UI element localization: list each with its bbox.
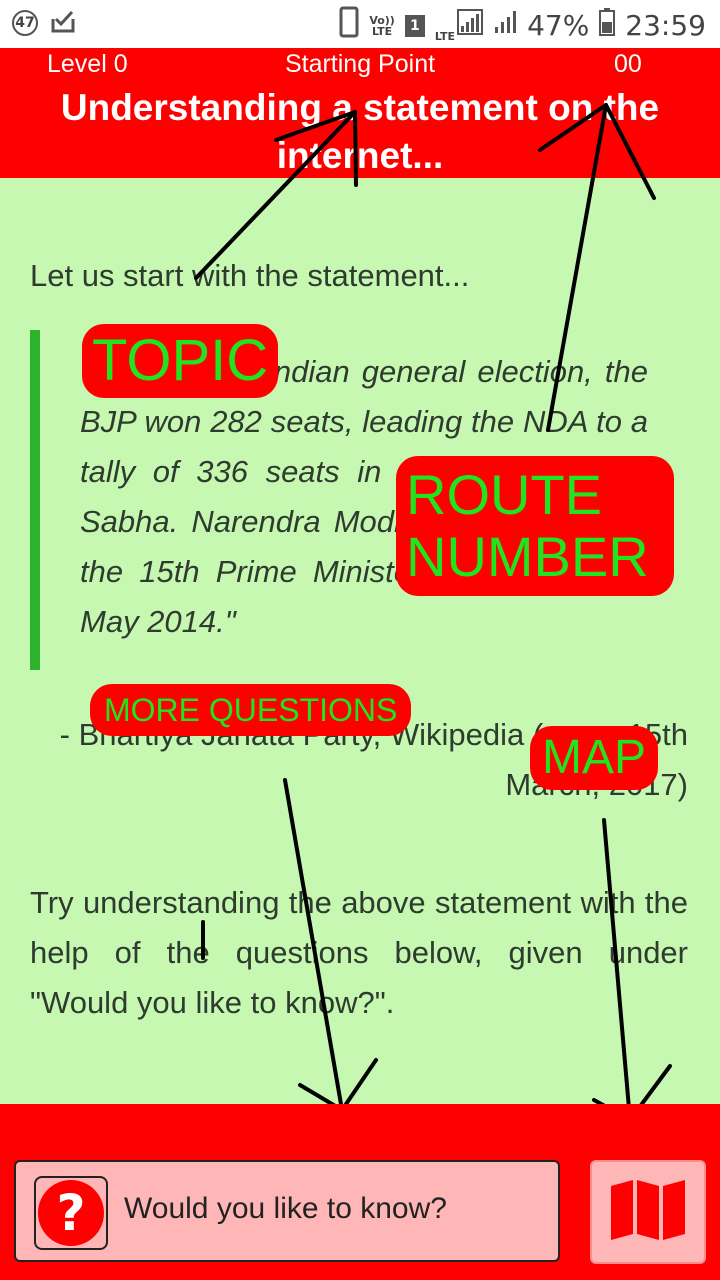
signal-strength-icon [457, 9, 484, 42]
inbox-check-icon [50, 9, 76, 37]
status-bar: 47 Vo)) LTE 1 LTE 47% 23:59 [0, 0, 720, 48]
map-callout: MAP [536, 732, 653, 784]
questions-arrow-head [298, 1058, 378, 1112]
route-number: 00 [614, 50, 642, 78]
phone-icon [339, 6, 359, 45]
quote-accent-bar [30, 330, 40, 670]
would-you-like-to-know-button[interactable]: ? Would you like to know? [14, 1160, 560, 1262]
would-you-like-to-know-label: Would you like to know? [124, 1192, 447, 1225]
signal-strength-icon-2 [493, 9, 517, 42]
instruction-text: Try understanding the above statement wi… [30, 885, 688, 1020]
route-name: Starting Point [284, 50, 436, 78]
clock: 23:59 [625, 9, 706, 42]
intro-text: Let us start with the statement... [30, 258, 470, 293]
topic-callout: TOPIC [88, 330, 273, 392]
header-bar: Level 0 Starting Point 00 Understanding … [0, 48, 720, 178]
sim-indicator: 1 [404, 14, 425, 37]
more-questions-callout: MORE QUESTIONS [96, 690, 406, 730]
route-number-callout: ROUTE NUMBER [402, 462, 668, 590]
volte-bottom-label: LTE [371, 24, 393, 38]
page-title: Understanding a statement on the interne… [60, 87, 660, 176]
lte-label: LTE [434, 30, 456, 43]
notification-count-badge: 47 [12, 10, 38, 36]
map-button[interactable] [590, 1160, 706, 1264]
battery-percent: 47% [527, 9, 590, 42]
question-icon-frame: ? [34, 1176, 108, 1250]
map-icon [609, 1178, 687, 1247]
volte-top-label: Vo)) [369, 13, 395, 27]
question-icon: ? [38, 1180, 104, 1246]
battery-icon [599, 8, 616, 43]
lte-signal: LTE [434, 9, 484, 43]
volte-indicator: Vo)) LTE [369, 15, 395, 37]
